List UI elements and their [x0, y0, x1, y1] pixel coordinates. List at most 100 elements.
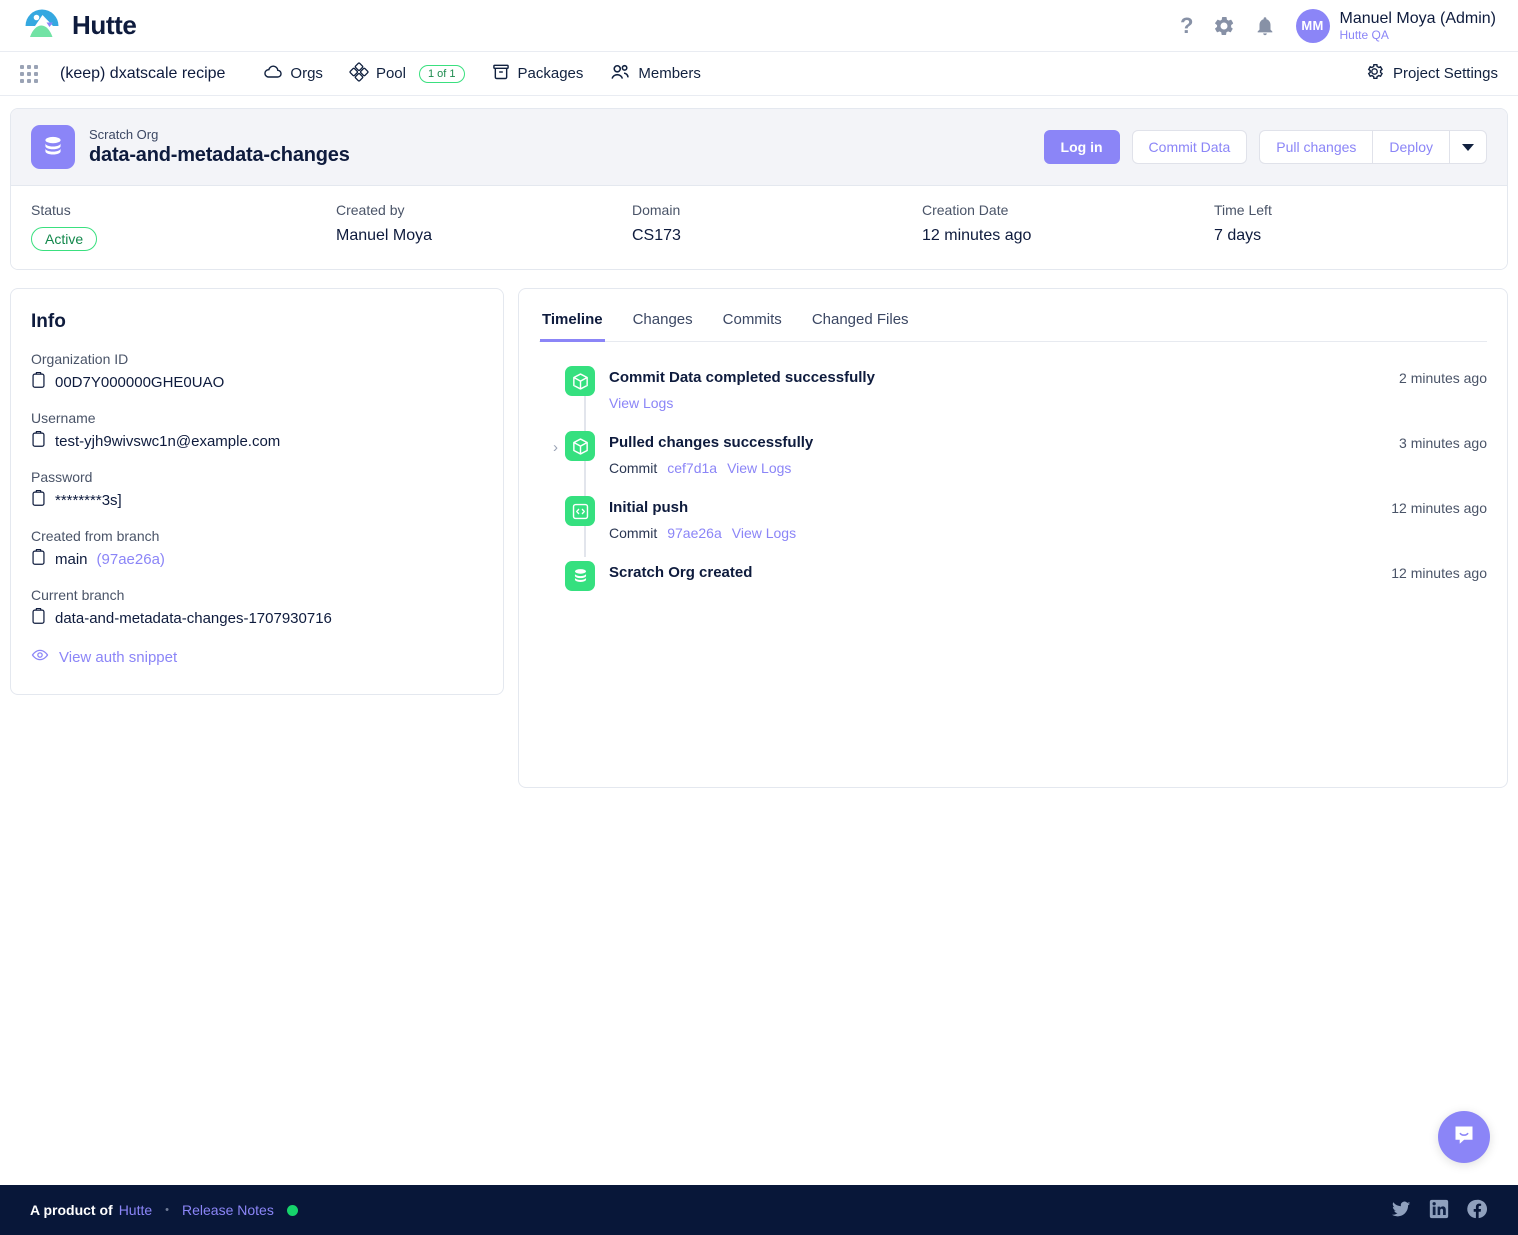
database-stack-icon	[565, 561, 595, 591]
project-settings-button[interactable]: Project Settings	[1364, 61, 1498, 86]
release-notes-link[interactable]: Release Notes	[182, 1202, 274, 1218]
eye-icon	[31, 646, 49, 668]
view-logs-link[interactable]: View Logs	[732, 525, 796, 541]
timeline-panel: Timeline Changes Commits Changed Files C…	[518, 288, 1508, 788]
info-value-wrap: 00D7Y000000GHE0UAO	[31, 371, 483, 393]
info-row-current-branch: Current branch data-and-metadata-changes…	[31, 587, 483, 629]
footer-separator: •	[165, 1204, 170, 1216]
user-text: Manuel Moya (Admin) Hutte QA	[1340, 9, 1497, 43]
footer-product-of: A product of	[30, 1202, 113, 1218]
view-logs-link[interactable]: View Logs	[609, 395, 673, 411]
info-title: Info	[31, 311, 66, 332]
timeline-body: Initial push Commit 97ae26a View Logs	[609, 496, 1391, 555]
project-name[interactable]: (keep) dxatscale recipe	[60, 65, 225, 83]
info-row-organization-id: Organization ID 00D7Y000000GHE0UAO	[31, 351, 483, 393]
nav-item-packages[interactable]: Packages	[491, 62, 584, 86]
copy-clipboard-icon[interactable]	[31, 430, 46, 452]
created-from-branch-value: main	[55, 551, 88, 568]
copy-clipboard-icon[interactable]	[31, 489, 46, 511]
timeline-title: Pulled changes successfully	[609, 434, 814, 451]
nav-item-members[interactable]: Members	[609, 61, 701, 87]
meta-time-left: Time Left 7 days	[1214, 202, 1272, 251]
meta-value: 7 days	[1214, 227, 1262, 244]
commit-hash-link[interactable]: cef7d1a	[667, 460, 717, 476]
question-mark-icon[interactable]: ?	[1180, 14, 1193, 37]
info-label: Organization ID	[31, 351, 129, 367]
deploy-button[interactable]: Deploy	[1372, 130, 1449, 164]
view-logs-link[interactable]: View Logs	[727, 460, 791, 476]
project-settings-label: Project Settings	[1392, 65, 1498, 82]
main-content: Scratch Org data-and-metadata-changes Lo…	[0, 96, 1518, 1185]
scratch-org-titles: Scratch Org data-and-metadata-changes	[89, 127, 350, 167]
tab-commits[interactable]: Commits	[721, 303, 784, 342]
pool-diamond-icon	[349, 61, 369, 86]
tab-changed-files[interactable]: Changed Files	[810, 303, 911, 342]
deploy-button-group: Pull changes Deploy	[1259, 130, 1487, 164]
twitter-icon[interactable]	[1390, 1198, 1412, 1223]
deploy-dropdown-button[interactable]	[1449, 130, 1487, 164]
user-menu[interactable]: MM Manuel Moya (Admin) Hutte QA	[1295, 8, 1497, 43]
tab-timeline[interactable]: Timeline	[540, 303, 605, 342]
status-badge: Active	[31, 227, 98, 251]
footer: A product of Hutte • Release Notes	[0, 1185, 1518, 1235]
view-auth-snippet-label: View auth snippet	[59, 648, 178, 666]
green-status-dot-icon	[286, 1204, 298, 1216]
organization-id-value: 00D7Y000000GHE0UAO	[55, 374, 225, 391]
meta-value: Manuel Moya	[336, 227, 433, 244]
gear-icon	[1364, 61, 1385, 86]
cube-icon	[565, 431, 595, 461]
created-from-branch-commit-link[interactable]: (97ae26a)	[97, 551, 165, 568]
timeline-item: Initial push Commit 97ae26a View Logs 12…	[565, 496, 1487, 555]
page-title: data-and-metadata-changes	[89, 144, 350, 166]
gear-icon[interactable]	[1212, 14, 1236, 38]
copy-clipboard-icon[interactable]	[31, 548, 46, 570]
users-icon	[609, 61, 631, 87]
linkedin-icon[interactable]	[1428, 1198, 1450, 1223]
nav-item-orgs[interactable]: Orgs	[263, 62, 323, 86]
timeline-title: Commit Data completed successfully	[609, 369, 875, 386]
meta-domain: Domain CS173	[632, 202, 922, 251]
info-row-created-from-branch: Created from branch main (97ae26a)	[31, 528, 483, 570]
tab-changes[interactable]: Changes	[631, 303, 695, 342]
org-kind-label: Scratch Org	[89, 127, 159, 142]
facebook-icon[interactable]	[1466, 1198, 1488, 1223]
meta-created-by: Created by Manuel Moya	[336, 202, 632, 251]
username-value: test-yjh9wivswc1n@example.com	[55, 433, 281, 450]
grid-apps-icon[interactable]	[20, 64, 38, 83]
cloud-icon	[263, 62, 283, 86]
chevron-down-icon	[1462, 143, 1474, 151]
timeline-item: Commit Data completed successfully View …	[565, 366, 1487, 425]
meta-label: Created by	[336, 202, 405, 218]
current-branch-value: data-and-metadata-changes-1707930716	[55, 610, 332, 627]
copy-clipboard-icon[interactable]	[31, 607, 46, 629]
commit-hash-link[interactable]: 97ae26a	[667, 525, 722, 541]
meta-value: 12 minutes ago	[922, 227, 1032, 244]
footer-brand-link[interactable]: Hutte	[119, 1202, 152, 1218]
info-value-wrap: data-and-metadata-changes-1707930716	[31, 607, 483, 629]
meta-label: Status	[31, 202, 71, 218]
timeline-title: Scratch Org created	[609, 564, 753, 581]
view-auth-snippet-button[interactable]: View auth snippet	[31, 646, 483, 668]
timeline-item: Scratch Org created 12 minutes ago	[565, 561, 1487, 591]
nav-label-packages: Packages	[517, 65, 584, 82]
copy-clipboard-icon[interactable]	[31, 371, 46, 393]
scratch-org-card: Scratch Org data-and-metadata-changes Lo…	[10, 108, 1508, 270]
pull-changes-button[interactable]: Pull changes	[1259, 130, 1373, 164]
meta-creation-date: Creation Date 12 minutes ago	[922, 202, 1214, 251]
commit-label: Commit	[609, 460, 658, 476]
brand[interactable]: Hutte	[22, 6, 137, 46]
chevron-right-icon[interactable]: ›	[553, 440, 558, 455]
top-bar-right: ? MM Manuel Moya (Admin) Hutte QA	[1180, 8, 1497, 43]
bell-icon[interactable]	[1254, 15, 1276, 37]
info-panel: Info Organization ID 00D7Y000000GHE0UAO	[10, 288, 504, 695]
commit-label: Commit	[609, 525, 658, 541]
intercom-chat-button[interactable]	[1438, 1111, 1490, 1163]
login-button[interactable]: Log in	[1043, 130, 1120, 164]
commit-data-button[interactable]: Commit Data	[1131, 130, 1248, 164]
user-org: Hutte QA	[1339, 27, 1389, 42]
database-stack-icon	[31, 125, 75, 169]
nav-item-pool[interactable]: Pool 1 of 1	[349, 61, 465, 86]
intercom-chat-icon	[1451, 1122, 1477, 1153]
timeline-body: Pulled changes successfully Commit cef7d…	[609, 431, 1399, 490]
info-row-password: Password ********3s]	[31, 469, 483, 511]
